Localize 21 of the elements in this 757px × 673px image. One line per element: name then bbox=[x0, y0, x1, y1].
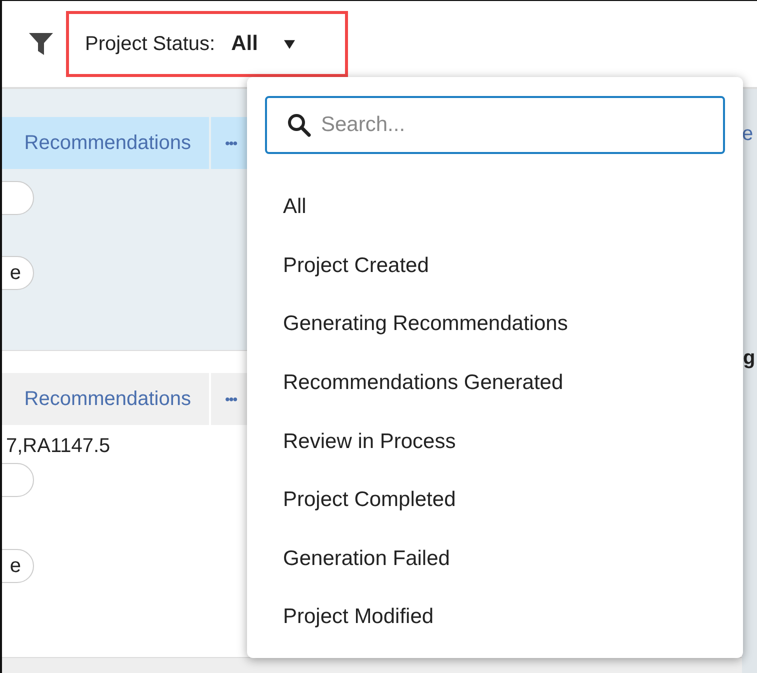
row-label: g bbox=[743, 347, 756, 370]
search-field[interactable]: Search... bbox=[265, 96, 725, 154]
cell-text: 7,RA1147.5 bbox=[6, 435, 110, 458]
column-header: e bbox=[742, 123, 754, 146]
caret-icon bbox=[284, 40, 295, 48]
project-status-dropdown[interactable]: Project Status: All bbox=[66, 11, 348, 77]
menu-option[interactable]: Recommendations Generated bbox=[265, 354, 725, 412]
search-input[interactable]: Search... bbox=[319, 112, 709, 138]
search-icon bbox=[287, 113, 311, 137]
menu-option[interactable]: Project Completed bbox=[265, 470, 725, 530]
column-header: Recommendations bbox=[2, 373, 209, 425]
column-header: Recommendations bbox=[2, 117, 209, 169]
menu-option[interactable]: Generation Failed bbox=[265, 530, 725, 588]
menu-option[interactable]: Project Modified bbox=[265, 588, 725, 647]
menu-option[interactable]: Generating Recommendations bbox=[265, 295, 725, 354]
menu-option[interactable]: All bbox=[265, 178, 725, 237]
pill-button[interactable]: e bbox=[2, 549, 34, 583]
filter-icon bbox=[28, 33, 54, 55]
pill-button[interactable]: e bbox=[2, 256, 34, 290]
menu-option[interactable]: Project Created bbox=[265, 236, 725, 296]
menu-option[interactable]: Review in Process bbox=[265, 412, 725, 471]
